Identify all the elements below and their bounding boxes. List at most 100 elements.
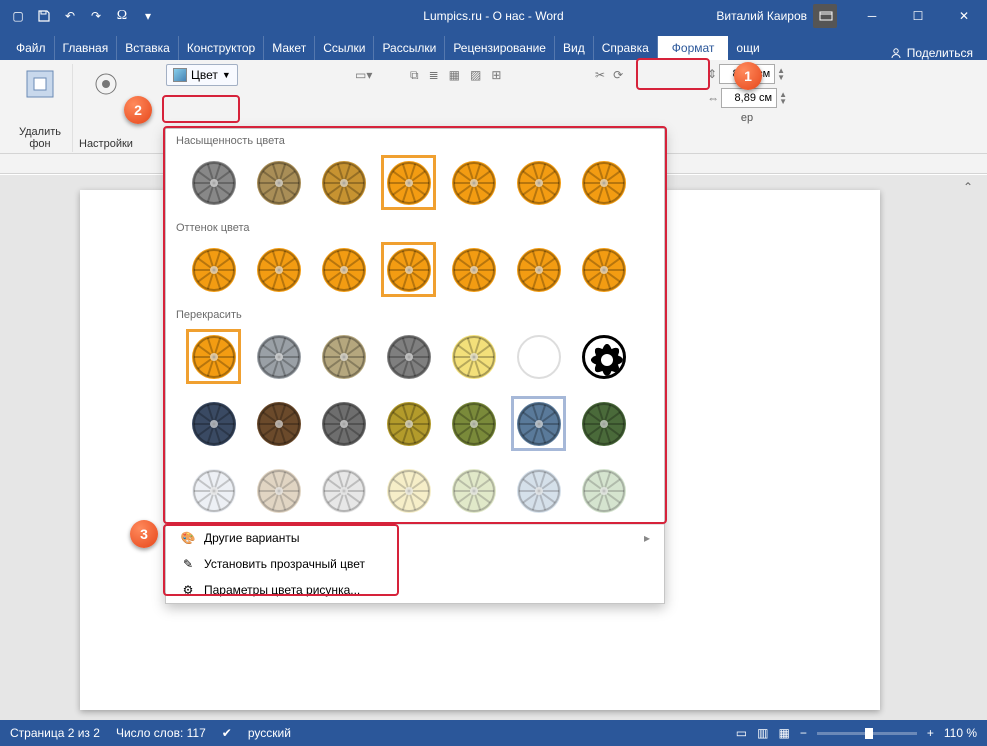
color-button[interactable]: Цвет ▼: [166, 64, 238, 86]
tab-design[interactable]: Конструктор: [179, 36, 264, 60]
eyedropper-icon: ✎: [180, 556, 196, 572]
color-swatch[interactable]: [381, 155, 436, 210]
callout-2: 2: [124, 96, 152, 124]
color-swatch[interactable]: [446, 242, 501, 297]
send-backward-icon[interactable]: ▨: [470, 68, 481, 83]
redo-icon[interactable]: ↷: [88, 8, 104, 24]
width-input[interactable]: [721, 88, 777, 108]
spellcheck-icon[interactable]: ✔: [222, 726, 232, 740]
color-swatch[interactable]: [381, 329, 436, 384]
color-swatch[interactable]: [576, 155, 631, 210]
save-icon[interactable]: [36, 8, 52, 24]
align-icon[interactable]: ⊞: [491, 68, 501, 83]
set-transparent-item[interactable]: ✎ Установить прозрачный цвет: [166, 551, 664, 577]
zoom-slider[interactable]: [817, 732, 917, 735]
gallery-footer: 🎨 Другие варианты ▸ ✎ Установить прозрач…: [166, 524, 664, 603]
tab-home[interactable]: Главная: [55, 36, 118, 60]
tab-mailings[interactable]: Рассылки: [374, 36, 445, 60]
picture-color-options-item[interactable]: ⚙ Параметры цвета рисунка...: [166, 577, 664, 603]
adjust-label: Настройки: [79, 138, 133, 150]
color-swatch[interactable]: [511, 155, 566, 210]
minimize-button[interactable]: ─: [849, 0, 895, 32]
tab-review[interactable]: Рецензирование: [445, 36, 555, 60]
web-layout-icon[interactable]: ▦: [778, 726, 789, 740]
color-swatch[interactable]: [251, 329, 306, 384]
color-swatch[interactable]: [251, 242, 306, 297]
color-swatch[interactable]: [576, 396, 631, 451]
autosave-icon[interactable]: ▢: [10, 8, 26, 24]
color-swatch[interactable]: [251, 396, 306, 451]
more-variants-item[interactable]: 🎨 Другие варианты ▸: [166, 525, 664, 551]
collapse-ribbon-icon[interactable]: ⌃: [963, 180, 979, 196]
zoom-thumb[interactable]: [865, 728, 873, 739]
color-swatch[interactable]: [446, 396, 501, 451]
spinner-icon[interactable]: ▲▼: [779, 91, 787, 105]
rotate-icon[interactable]: ⟳: [613, 68, 623, 82]
color-swatch[interactable]: [186, 329, 241, 384]
picture-styles-icon[interactable]: ▭▾: [355, 68, 372, 82]
tab-layout[interactable]: Макет: [264, 36, 315, 60]
share-button[interactable]: Поделиться: [889, 46, 973, 60]
color-swatch[interactable]: [381, 463, 436, 518]
color-swatch[interactable]: [186, 242, 241, 297]
color-swatch[interactable]: [316, 396, 371, 451]
tab-file[interactable]: Файл: [8, 36, 55, 60]
zoom-level[interactable]: 110 %: [944, 726, 977, 740]
close-button[interactable]: ✕: [941, 0, 987, 32]
zoom-out-icon[interactable]: −: [800, 726, 807, 740]
crop-group[interactable]: ✂ ⟳: [595, 68, 623, 82]
color-swatch[interactable]: [316, 155, 371, 210]
color-swatch[interactable]: [511, 396, 566, 451]
color-swatch[interactable]: [576, 463, 631, 518]
color-swatch[interactable]: [186, 463, 241, 518]
tab-view[interactable]: Вид: [555, 36, 594, 60]
color-swatch[interactable]: [446, 155, 501, 210]
titlebar: ▢ ↶ ↷ Ω ▾ Lumpics.ru - О нас - Word Вита…: [0, 0, 987, 32]
color-swatch[interactable]: [316, 242, 371, 297]
ribbon-display-icon[interactable]: [803, 0, 849, 32]
print-layout-icon[interactable]: ▥: [757, 726, 768, 740]
crop-icon[interactable]: ✂: [595, 68, 605, 82]
color-swatch[interactable]: [511, 242, 566, 297]
corrections-icon: [88, 66, 124, 102]
page-indicator[interactable]: Страница 2 из 2: [10, 726, 100, 740]
tab-overflow[interactable]: ощи: [728, 36, 767, 60]
zoom-in-icon[interactable]: +: [927, 726, 934, 740]
color-button-label: Цвет: [191, 68, 218, 82]
maximize-button[interactable]: ☐: [895, 0, 941, 32]
remove-bg-label: Удалить фон: [14, 126, 66, 150]
position-icon[interactable]: ⧉: [410, 68, 419, 83]
statusbar: Страница 2 из 2 Число слов: 117 ✔ русски…: [0, 720, 987, 746]
color-swatch[interactable]: [381, 396, 436, 451]
color-swatch[interactable]: [511, 329, 566, 384]
group-remove-bg[interactable]: Удалить фон: [8, 64, 73, 152]
bring-forward-icon[interactable]: ▦: [449, 68, 460, 83]
word-count[interactable]: Число слов: 117: [116, 726, 206, 740]
color-swatch[interactable]: [186, 155, 241, 210]
undo-icon[interactable]: ↶: [62, 8, 78, 24]
color-swatch[interactable]: [316, 463, 371, 518]
read-mode-icon[interactable]: ▭: [736, 726, 747, 740]
color-swatch[interactable]: [251, 155, 306, 210]
color-swatch[interactable]: [316, 329, 371, 384]
tab-help[interactable]: Справка: [594, 36, 658, 60]
tab-references[interactable]: Ссылки: [315, 36, 374, 60]
color-swatch[interactable]: [186, 396, 241, 451]
color-swatch[interactable]: [511, 463, 566, 518]
color-swatch[interactable]: [381, 242, 436, 297]
color-swatch[interactable]: [576, 329, 631, 384]
tab-format[interactable]: Формат: [658, 36, 729, 60]
omega-icon[interactable]: Ω: [114, 8, 130, 24]
tab-insert[interactable]: Вставка: [117, 36, 179, 60]
color-swatch[interactable]: [446, 329, 501, 384]
color-swatch[interactable]: [446, 463, 501, 518]
language-indicator[interactable]: русский: [248, 726, 291, 740]
color-swatch[interactable]: [251, 463, 306, 518]
wrap-text-icon[interactable]: ≣: [429, 68, 439, 83]
arrange-icons[interactable]: ⧉ ≣ ▦ ▨ ⊞: [410, 68, 501, 83]
recolor-row-3: [166, 457, 664, 524]
color-swatch[interactable]: [576, 242, 631, 297]
size-group-label: ер: [707, 112, 787, 124]
qat-more-icon[interactable]: ▾: [140, 8, 156, 24]
spinner-icon[interactable]: ▲▼: [777, 67, 785, 81]
